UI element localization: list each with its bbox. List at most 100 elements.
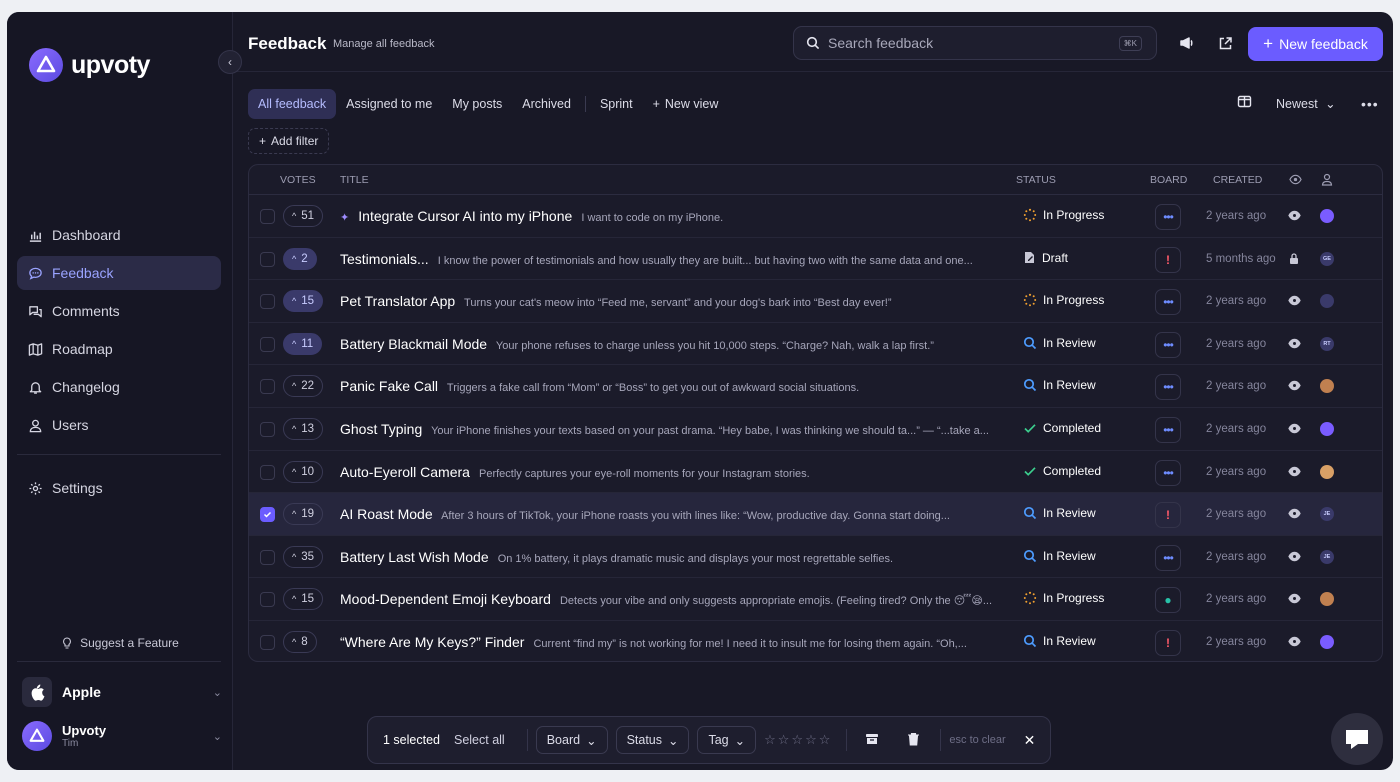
feedback-title-cell[interactable]: ✦ Integrate Cursor AI into my iPhone I w… xyxy=(340,208,1012,224)
sidebar-item-settings[interactable]: Settings xyxy=(17,471,221,505)
upvote-button[interactable]: ^ 15 xyxy=(283,290,324,313)
board-selector[interactable]: ••• xyxy=(1155,331,1181,358)
row-checkbox[interactable] xyxy=(260,507,275,523)
board-selector[interactable]: ! xyxy=(1155,502,1181,529)
eye-icon[interactable] xyxy=(1288,337,1301,355)
avatar[interactable] xyxy=(1320,422,1334,436)
tab-archived[interactable]: Archived xyxy=(512,89,581,119)
status-badge[interactable]: In Review xyxy=(1023,378,1096,392)
feedback-title-cell[interactable]: Testimonials... I know the power of test… xyxy=(340,251,1012,267)
board-selector[interactable]: ! xyxy=(1155,246,1181,273)
upvote-button[interactable]: ^ 15 xyxy=(283,588,324,611)
status-badge[interactable]: In Review xyxy=(1023,506,1096,520)
lock-icon[interactable] xyxy=(1288,252,1300,270)
logo[interactable]: upvoty xyxy=(29,48,150,82)
row-checkbox[interactable] xyxy=(260,422,275,437)
avatar[interactable] xyxy=(1320,379,1334,394)
star-rating[interactable]: ☆☆☆☆☆ xyxy=(764,732,832,748)
tab-my-posts[interactable]: My posts xyxy=(442,89,512,119)
table-row[interactable]: ^ 35 Battery Last Wish Mode On 1% batter… xyxy=(249,536,1382,579)
feedback-title-cell[interactable]: Panic Fake Call Triggers a fake call fro… xyxy=(340,378,1012,394)
upvote-button[interactable]: ^ 10 xyxy=(283,460,324,483)
add-filter-button[interactable]: + Add filter xyxy=(248,128,330,154)
board-selector[interactable]: ! xyxy=(1155,630,1181,656)
row-checkbox[interactable] xyxy=(260,336,275,352)
sidebar-item-feedback[interactable]: Feedback xyxy=(17,256,221,290)
column-created[interactable]: CREATED xyxy=(1213,174,1262,186)
column-votes[interactable]: VOTES xyxy=(280,174,316,186)
column-title[interactable]: TITLE xyxy=(340,174,369,186)
eye-icon[interactable] xyxy=(1288,635,1301,653)
megaphone-icon[interactable] xyxy=(1178,34,1196,52)
sort-dropdown[interactable]: Newest ⌄ xyxy=(1276,96,1336,111)
close-icon[interactable]: ✕ xyxy=(1024,732,1036,749)
suggest-feature-link[interactable]: Suggest a Feature xyxy=(7,636,233,650)
search-box[interactable]: ⌘K xyxy=(793,26,1157,60)
avatar[interactable] xyxy=(1320,464,1334,479)
feedback-title-cell[interactable]: Auto-Eyeroll Camera Perfectly captures y… xyxy=(340,464,1012,480)
board-selector[interactable]: ••• xyxy=(1155,204,1181,230)
avatar[interactable] xyxy=(1320,635,1334,649)
status-badge[interactable]: In Review xyxy=(1023,549,1096,563)
eye-icon[interactable] xyxy=(1289,173,1302,189)
upvote-button[interactable]: ^ 2 xyxy=(283,247,317,270)
feedback-title-cell[interactable]: Mood-Dependent Emoji Keyboard Detects yo… xyxy=(340,591,1012,607)
avatar[interactable] xyxy=(1320,209,1334,223)
board-dropdown[interactable]: Board ⌄ xyxy=(535,726,608,754)
eye-icon[interactable] xyxy=(1288,592,1301,610)
eye-icon[interactable] xyxy=(1288,507,1301,525)
status-badge[interactable]: In Progress xyxy=(1023,591,1104,605)
table-row[interactable]: ^ 15 Mood-Dependent Emoji Keyboard Detec… xyxy=(249,578,1382,621)
chat-widget-button[interactable] xyxy=(1331,713,1383,765)
avatar[interactable] xyxy=(1320,294,1334,309)
row-checkbox[interactable] xyxy=(260,294,275,310)
user-menu[interactable]: Upvoty Tim ⌄ xyxy=(22,719,222,753)
upvote-button[interactable]: ^ 51 xyxy=(283,205,324,227)
table-row[interactable]: ^ 15 Pet Translator App Turns your cat's… xyxy=(249,280,1382,323)
upvote-button[interactable]: ^ 8 xyxy=(283,631,317,653)
feedback-title-cell[interactable]: AI Roast Mode After 3 hours of TikTok, y… xyxy=(340,506,1012,522)
search-input[interactable] xyxy=(828,35,1111,51)
row-checkbox[interactable] xyxy=(260,251,275,267)
upvote-button[interactable]: ^ 19 xyxy=(283,503,324,526)
board-selector[interactable]: ● xyxy=(1155,587,1181,614)
feedback-title-cell[interactable]: “Where Are My Keys?” Finder Current “fin… xyxy=(340,634,1012,650)
board-selector[interactable]: ••• xyxy=(1155,289,1181,316)
row-checkbox[interactable] xyxy=(260,464,275,480)
layout-toggle-icon[interactable] xyxy=(1237,94,1252,114)
row-checkbox[interactable] xyxy=(260,209,275,224)
avatar[interactable]: JE xyxy=(1320,549,1334,564)
eye-icon[interactable] xyxy=(1288,550,1301,568)
avatar[interactable]: GE xyxy=(1320,251,1334,266)
new-feedback-button[interactable]: + New feedback xyxy=(1248,27,1383,61)
eye-icon[interactable] xyxy=(1288,422,1301,440)
sidebar-item-users[interactable]: Users xyxy=(17,408,221,442)
status-badge[interactable]: Completed xyxy=(1023,464,1101,478)
sidebar-item-dashboard[interactable]: Dashboard xyxy=(17,218,221,252)
status-badge[interactable]: Draft xyxy=(1023,251,1068,265)
collapse-sidebar-button[interactable]: ‹ xyxy=(218,50,242,74)
sidebar-item-comments[interactable]: Comments xyxy=(17,294,221,328)
status-badge[interactable]: In Progress xyxy=(1023,293,1104,307)
row-checkbox[interactable] xyxy=(260,549,275,565)
eye-icon[interactable] xyxy=(1288,465,1301,483)
feedback-title-cell[interactable]: Pet Translator App Turns your cat's meow… xyxy=(340,293,1012,309)
workspace-switcher[interactable]: Apple ⌄ xyxy=(22,676,222,708)
feedback-title-cell[interactable]: Ghost Typing Your iPhone finishes your t… xyxy=(340,421,1012,437)
row-checkbox[interactable] xyxy=(260,592,275,608)
tab-sprint[interactable]: Sprint xyxy=(590,89,643,119)
board-selector[interactable]: ••• xyxy=(1155,374,1181,401)
table-row[interactable]: ^ 22 Panic Fake Call Triggers a fake cal… xyxy=(249,365,1382,408)
upvote-button[interactable]: ^ 11 xyxy=(283,332,323,355)
new-view-button[interactable]: + New view xyxy=(643,89,729,119)
table-row[interactable]: ^ 51 ✦ Integrate Cursor AI into my iPhon… xyxy=(249,195,1382,238)
status-badge[interactable]: In Review xyxy=(1023,634,1096,648)
tab-assigned-to-me[interactable]: Assigned to me xyxy=(336,89,442,119)
table-row[interactable]: ^ 13 Ghost Typing Your iPhone finishes y… xyxy=(249,408,1382,451)
avatar[interactable]: RT xyxy=(1320,336,1334,351)
table-row[interactable]: ^ 11 Battery Blackmail Mode Your phone r… xyxy=(249,323,1382,366)
external-link-icon[interactable] xyxy=(1216,34,1234,52)
eye-icon[interactable] xyxy=(1288,379,1301,397)
table-row[interactable]: ^ 19 AI Roast Mode After 3 hours of TikT… xyxy=(249,493,1382,536)
upvote-button[interactable]: ^ 22 xyxy=(283,375,324,398)
